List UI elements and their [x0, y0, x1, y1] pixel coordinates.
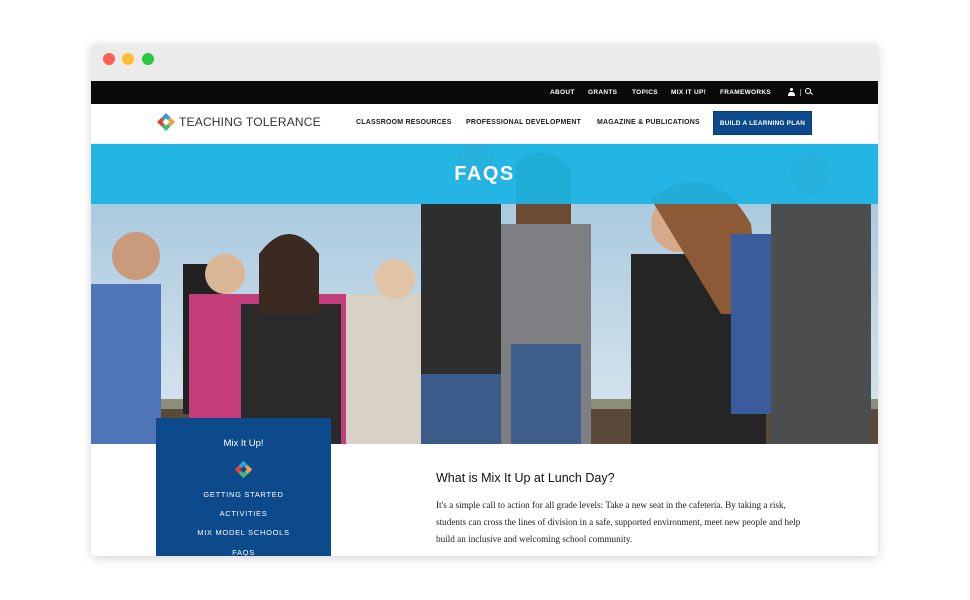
user-icon[interactable] — [788, 88, 795, 96]
logo-diamond-icon — [235, 461, 252, 478]
util-link-about[interactable]: ABOUT — [550, 89, 575, 96]
nav-professional-development[interactable]: PROFESSIONAL DEVELOPMENT — [466, 119, 581, 126]
logo-diamond-icon[interactable] — [157, 113, 175, 131]
sidebar-menu: Mix It Up! GETTING STARTED ACTIVITIES MI… — [156, 418, 331, 556]
nav-classroom-resources[interactable]: CLASSROOM RESOURCES — [356, 119, 452, 126]
build-learning-plan-button[interactable]: BUILD A LEARNING PLAN — [713, 111, 812, 135]
sidebar-title: Mix It Up! — [223, 438, 264, 449]
nav-magazine-publications[interactable]: MAGAZINE & PUBLICATIONS — [597, 119, 700, 126]
close-window-button[interactable] — [103, 53, 115, 65]
sidebar-link-mix-model-schools[interactable]: MIX MODEL SCHOOLS — [156, 528, 331, 537]
utility-bar: ABOUT GRANTS TOPICS MIX IT UP! FRAMEWORK… — [91, 81, 878, 104]
maximize-window-button[interactable] — [142, 53, 154, 65]
faq-answer-text: It's a simple call to action for all gra… — [436, 500, 801, 544]
util-link-topics[interactable]: TOPICS — [632, 89, 658, 96]
browser-window: ABOUT GRANTS TOPICS MIX IT UP! FRAMEWORK… — [91, 44, 878, 556]
util-link-mix-it-up[interactable]: MIX IT UP! — [671, 89, 706, 96]
search-icon[interactable] — [805, 88, 811, 94]
sidebar-link-faqs[interactable]: FAQS — [156, 548, 331, 556]
sidebar-link-getting-started[interactable]: GETTING STARTED — [156, 490, 331, 499]
utility-divider — [800, 89, 801, 96]
page-title: FAQS — [454, 163, 515, 185]
window-titlebar — [91, 44, 878, 81]
minimize-window-button[interactable] — [122, 53, 134, 65]
util-link-frameworks[interactable]: FRAMEWORKS — [720, 89, 771, 96]
faq-question-heading: What is Mix It Up at Lunch Day? — [436, 471, 615, 485]
main-nav: TEACHING TOLERANCE CLASSROOM RESOURCES P… — [91, 104, 878, 144]
hero-banner: FAQS — [91, 144, 878, 444]
site-logo-text[interactable]: TEACHING TOLERANCE — [179, 115, 321, 129]
sidebar-link-activities[interactable]: ACTIVITIES — [156, 509, 331, 518]
faq-content: What is Mix It Up at Lunch Day? It's a s… — [436, 471, 816, 548]
util-link-grants[interactable]: GRANTS — [588, 89, 617, 96]
